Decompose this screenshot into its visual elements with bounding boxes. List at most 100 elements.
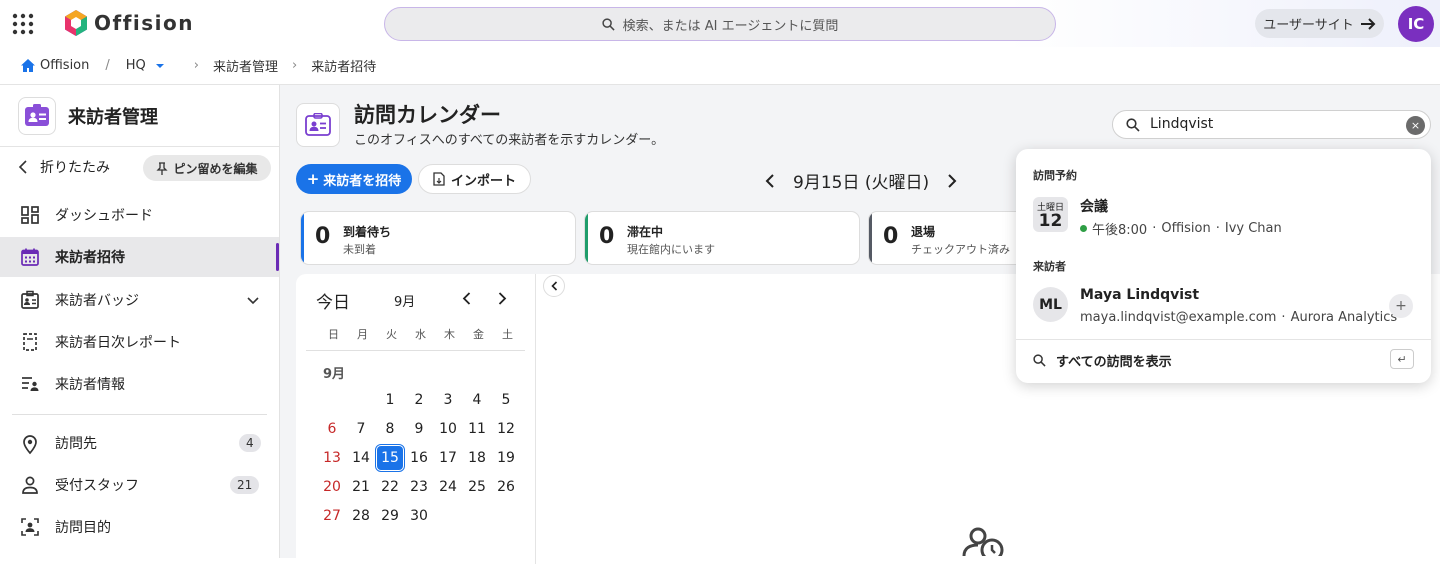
calendar-day[interactable]: 21 bbox=[348, 475, 374, 499]
count-badge: 4 bbox=[239, 434, 261, 452]
calendar-day[interactable]: 30 bbox=[406, 504, 432, 528]
appointment-meta: 午後8:00 · Offision · Ivy Chan bbox=[1080, 219, 1282, 238]
prev-day-button[interactable] bbox=[765, 173, 775, 188]
calendar-day[interactable]: 1 bbox=[377, 388, 403, 412]
sidebar-item-reception-staff[interactable]: 受付スタッフ 21 bbox=[0, 465, 279, 505]
caret-down-icon bbox=[155, 63, 164, 68]
sidebar-item-dashboard[interactable]: ダッシュボード bbox=[0, 195, 279, 235]
calendar-day[interactable]: 23 bbox=[406, 475, 432, 499]
calendar-day[interactable]: 8 bbox=[377, 417, 403, 441]
stat-title: 滞在中 bbox=[627, 225, 664, 239]
calendar-day[interactable]: 13 bbox=[319, 446, 345, 470]
calendar-day[interactable]: 7 bbox=[348, 417, 374, 441]
show-all-visits-label: すべての訪問を表示 bbox=[1056, 355, 1172, 370]
add-visitor-button[interactable]: + bbox=[1389, 294, 1413, 318]
invite-visitor-label: 来訪者を招待 bbox=[323, 173, 402, 189]
user-avatar[interactable]: IC bbox=[1398, 6, 1434, 42]
calendar-day[interactable]: 22 bbox=[377, 475, 403, 499]
stat-subtitle: チェックアウト済み bbox=[911, 243, 1010, 256]
weekday-header: 金 bbox=[473, 328, 484, 341]
show-all-visits-button[interactable]: すべての訪問を表示 bbox=[1033, 351, 1172, 370]
current-date[interactable]: 9月15日 (火曜日) bbox=[793, 168, 929, 193]
visitor-calendar-icon bbox=[296, 103, 340, 147]
stat-card-awaiting[interactable]: 0 到着待ち 未到着 bbox=[300, 211, 576, 265]
import-button[interactable]: インポート bbox=[418, 164, 531, 194]
count-badge: 21 bbox=[230, 476, 260, 494]
breadcrumb-section[interactable]: 来訪者管理 bbox=[213, 56, 278, 75]
sidebar-divider bbox=[0, 146, 279, 147]
calendar-day-selected[interactable]: 15 bbox=[375, 444, 405, 472]
pin-icon bbox=[156, 161, 169, 175]
collapse-calendar-button[interactable] bbox=[543, 275, 565, 297]
calendar-day[interactable]: 19 bbox=[493, 446, 519, 470]
calendar-day[interactable]: 17 bbox=[435, 446, 461, 470]
calendar-day[interactable]: 5 bbox=[493, 388, 519, 412]
calendar-day[interactable]: 18 bbox=[464, 446, 490, 470]
sidebar-item-visitor-invite[interactable]: 来訪者招待 bbox=[0, 237, 279, 277]
document-icon bbox=[433, 172, 445, 186]
visitors-section-label: 来訪者 bbox=[1033, 260, 1066, 273]
invite-visitor-button[interactable]: + 来訪者を招待 bbox=[296, 164, 412, 194]
today-button[interactable]: 今日 bbox=[316, 288, 350, 313]
calendar-day[interactable]: 25 bbox=[464, 475, 490, 499]
visitor-avatar: ML bbox=[1033, 287, 1068, 322]
user-site-button[interactable]: ユーザーサイト bbox=[1255, 9, 1384, 38]
stat-title: 退場 bbox=[911, 225, 936, 239]
calendar-day[interactable]: 12 bbox=[493, 417, 519, 441]
calendar-day[interactable]: 4 bbox=[464, 388, 490, 412]
calendar-day[interactable]: 27 bbox=[319, 504, 345, 528]
calendar-day[interactable]: 26 bbox=[493, 475, 519, 499]
sidebar-item-destinations[interactable]: 訪問先 4 bbox=[0, 423, 279, 463]
calendar-day[interactable]: 10 bbox=[435, 417, 461, 441]
chevron-right-icon bbox=[498, 292, 507, 305]
report-icon bbox=[20, 332, 40, 352]
global-search-bar[interactable]: 検索、または AI エージェントに質問 bbox=[384, 7, 1056, 41]
calendar-day[interactable]: 11 bbox=[464, 417, 490, 441]
sidebar-item-label: 来訪者情報 bbox=[55, 377, 125, 393]
badge-icon bbox=[20, 290, 40, 310]
meta-separator: · bbox=[1281, 310, 1286, 325]
page-subtitle: このオフィスへのすべての来訪者を示すカレンダー。 bbox=[354, 133, 665, 148]
app-logo[interactable]: Offision bbox=[64, 9, 194, 37]
calendar-day[interactable]: 24 bbox=[435, 475, 461, 499]
arrow-right-icon bbox=[1360, 17, 1376, 30]
calendar-divider bbox=[306, 350, 525, 351]
calendar-day[interactable]: 2 bbox=[406, 388, 432, 412]
edit-pins-button[interactable]: ピン留めを編集 bbox=[143, 155, 271, 181]
breadcrumb: Offision / HQ › 来訪者管理 › 来訪者招待 bbox=[0, 47, 1440, 85]
enter-key-icon: ↵ bbox=[1390, 349, 1414, 369]
stat-card-on-site[interactable]: 0 滞在中 現在館内にいます bbox=[584, 211, 860, 265]
calendar-day[interactable]: 14 bbox=[348, 446, 374, 470]
visitor-meta: maya.lindqvist@example.com · Aurora Anal… bbox=[1080, 310, 1397, 325]
breadcrumb-location[interactable]: HQ bbox=[126, 58, 166, 73]
breadcrumb-location-label: HQ bbox=[125, 58, 146, 73]
calendar-day[interactable]: 16 bbox=[406, 446, 432, 470]
next-day-button[interactable] bbox=[947, 173, 957, 188]
visitor-search-input[interactable]: Lindqvist × bbox=[1112, 110, 1431, 139]
chevron-left-icon bbox=[18, 160, 27, 174]
breadcrumb-home[interactable]: Offision bbox=[20, 58, 89, 73]
calendar-day[interactable]: 28 bbox=[348, 504, 374, 528]
search-icon bbox=[1033, 354, 1046, 367]
visitor-name: Maya Lindqvist bbox=[1080, 287, 1200, 303]
app-grid-icon[interactable] bbox=[12, 13, 34, 35]
calendar-day[interactable]: 20 bbox=[319, 475, 345, 499]
calendar-day[interactable]: 3 bbox=[435, 388, 461, 412]
next-month-button[interactable] bbox=[498, 292, 507, 305]
collapse-button[interactable]: 折りたたみ bbox=[18, 157, 110, 177]
sidebar-item-visit-purpose[interactable]: 訪問目的 bbox=[0, 507, 279, 547]
weekday-header: 土 bbox=[502, 328, 513, 341]
visitor-management-icon bbox=[18, 97, 56, 135]
date-navigator: 9月15日 (火曜日) bbox=[765, 168, 957, 193]
stat-subtitle: 現在館内にいます bbox=[627, 243, 715, 256]
sidebar-item-daily-report[interactable]: 来訪者日次レポート bbox=[0, 322, 279, 362]
calendar-day[interactable]: 9 bbox=[406, 417, 432, 441]
visitor-search-value: Lindqvist bbox=[1150, 116, 1214, 132]
sidebar-item-visitor-badge[interactable]: 来訪者バッジ bbox=[0, 280, 279, 320]
sidebar-header: 来訪者管理 bbox=[18, 97, 158, 135]
sidebar-item-visitor-info[interactable]: 来訪者情報 bbox=[0, 364, 279, 404]
calendar-day[interactable]: 6 bbox=[319, 417, 345, 441]
prev-month-button[interactable] bbox=[462, 292, 471, 305]
calendar-day[interactable]: 29 bbox=[377, 504, 403, 528]
clear-search-button[interactable]: × bbox=[1406, 116, 1425, 135]
